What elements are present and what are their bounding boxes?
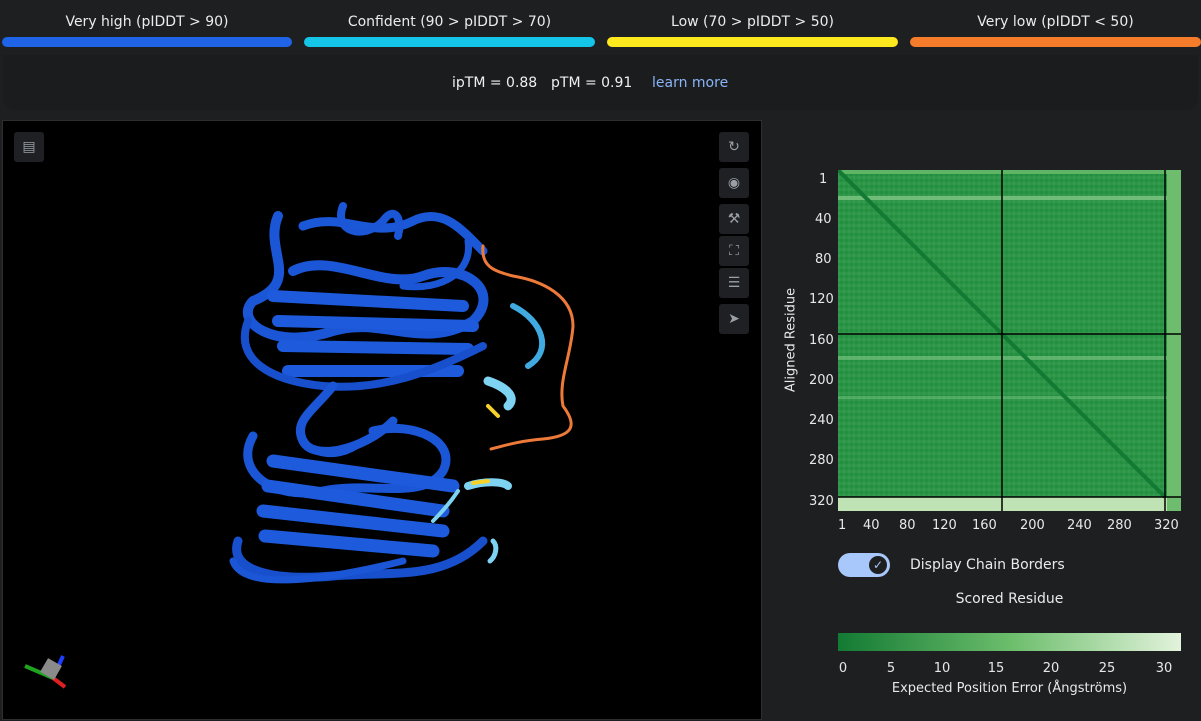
learn-more-link[interactable]: learn more: [652, 75, 728, 91]
colorbar-tick: 25: [1098, 661, 1116, 676]
legend-label: Confident (90 > pIDDT > 70): [347, 14, 552, 30]
y-tick: 280: [809, 453, 834, 468]
colorbar-tick: 30: [1155, 661, 1173, 676]
x-tick: 1: [838, 518, 847, 533]
ptm-value: pTM = 0.91: [551, 75, 633, 91]
colorbar-tick: 0: [838, 661, 848, 676]
y-tick: 120: [809, 292, 834, 307]
x-tick: 160: [972, 518, 997, 533]
legend-bar: [304, 37, 595, 47]
x-tick: 40: [863, 518, 880, 533]
colorbar-tick: 5: [886, 661, 896, 676]
y-tick: 80: [815, 252, 832, 267]
layers-icon[interactable]: ▤: [14, 132, 44, 162]
y-tick: 200: [809, 373, 834, 388]
legend-label: Very high (pIDDT > 90): [65, 14, 229, 30]
structure-viewer[interactable]: ▤ ↻ ◉ ⚒ ⛶ ☰ ➤: [2, 120, 762, 720]
legend-label: Very low (pIDDT < 50): [977, 14, 1134, 30]
legend-low: Low (70 > pIDDT > 50): [607, 0, 898, 50]
colorbar-tick: 10: [933, 661, 951, 676]
legend-label: Low (70 > pIDDT > 50): [671, 14, 834, 30]
chain-borders-toggle[interactable]: ✓: [838, 553, 890, 577]
y-tick: 240: [809, 413, 834, 428]
x-tick: 80: [899, 518, 916, 533]
y-tick: 40: [815, 212, 832, 227]
axes-gizmo: [24, 655, 67, 689]
y-axis-label: Aligned Residue: [783, 287, 799, 393]
fullscreen-icon[interactable]: ⛶: [719, 236, 749, 266]
x-tick: 320: [1154, 518, 1179, 533]
colorbar-tick: 20: [1042, 661, 1060, 676]
x-tick: 120: [932, 518, 957, 533]
protein-structure: [24, 202, 575, 689]
x-tick: 200: [1020, 518, 1045, 533]
wrench-icon[interactable]: ⚒: [719, 204, 749, 234]
check-icon: ✓: [869, 556, 887, 574]
y-tick: 160: [809, 333, 834, 348]
legend-bar: [607, 37, 898, 47]
x-tick: 280: [1107, 518, 1132, 533]
y-tick: 320: [809, 494, 834, 509]
y-tick: 1: [819, 172, 828, 187]
pointer-icon[interactable]: ➤: [719, 304, 749, 334]
legend-confident: Confident (90 > pIDDT > 70): [304, 0, 595, 50]
legend-bar: [910, 37, 1201, 47]
toggle-label: Display Chain Borders: [910, 557, 1065, 573]
legend-very-low: Very low (pIDDT < 50): [910, 0, 1201, 50]
pae-heatmap[interactable]: [838, 170, 1181, 511]
pae-colorbar: [838, 633, 1181, 651]
colorbar-label: Expected Position Error (Ångströms): [891, 681, 1128, 696]
colorbar-tick: 15: [987, 661, 1005, 676]
sliders-icon[interactable]: ☰: [719, 268, 749, 298]
x-axis-label: Scored Residue: [955, 591, 1064, 607]
camera-icon[interactable]: ◉: [719, 168, 749, 198]
legend-bar: [2, 37, 292, 47]
iptm-value: ipTM = 0.88: [452, 75, 538, 91]
legend-very-high: Very high (pIDDT > 90): [2, 0, 292, 50]
metrics-bar: ipTM = 0.88 pTM = 0.91 learn more: [3, 55, 1198, 110]
rotate-icon[interactable]: ↻: [719, 132, 749, 162]
x-tick: 240: [1067, 518, 1092, 533]
